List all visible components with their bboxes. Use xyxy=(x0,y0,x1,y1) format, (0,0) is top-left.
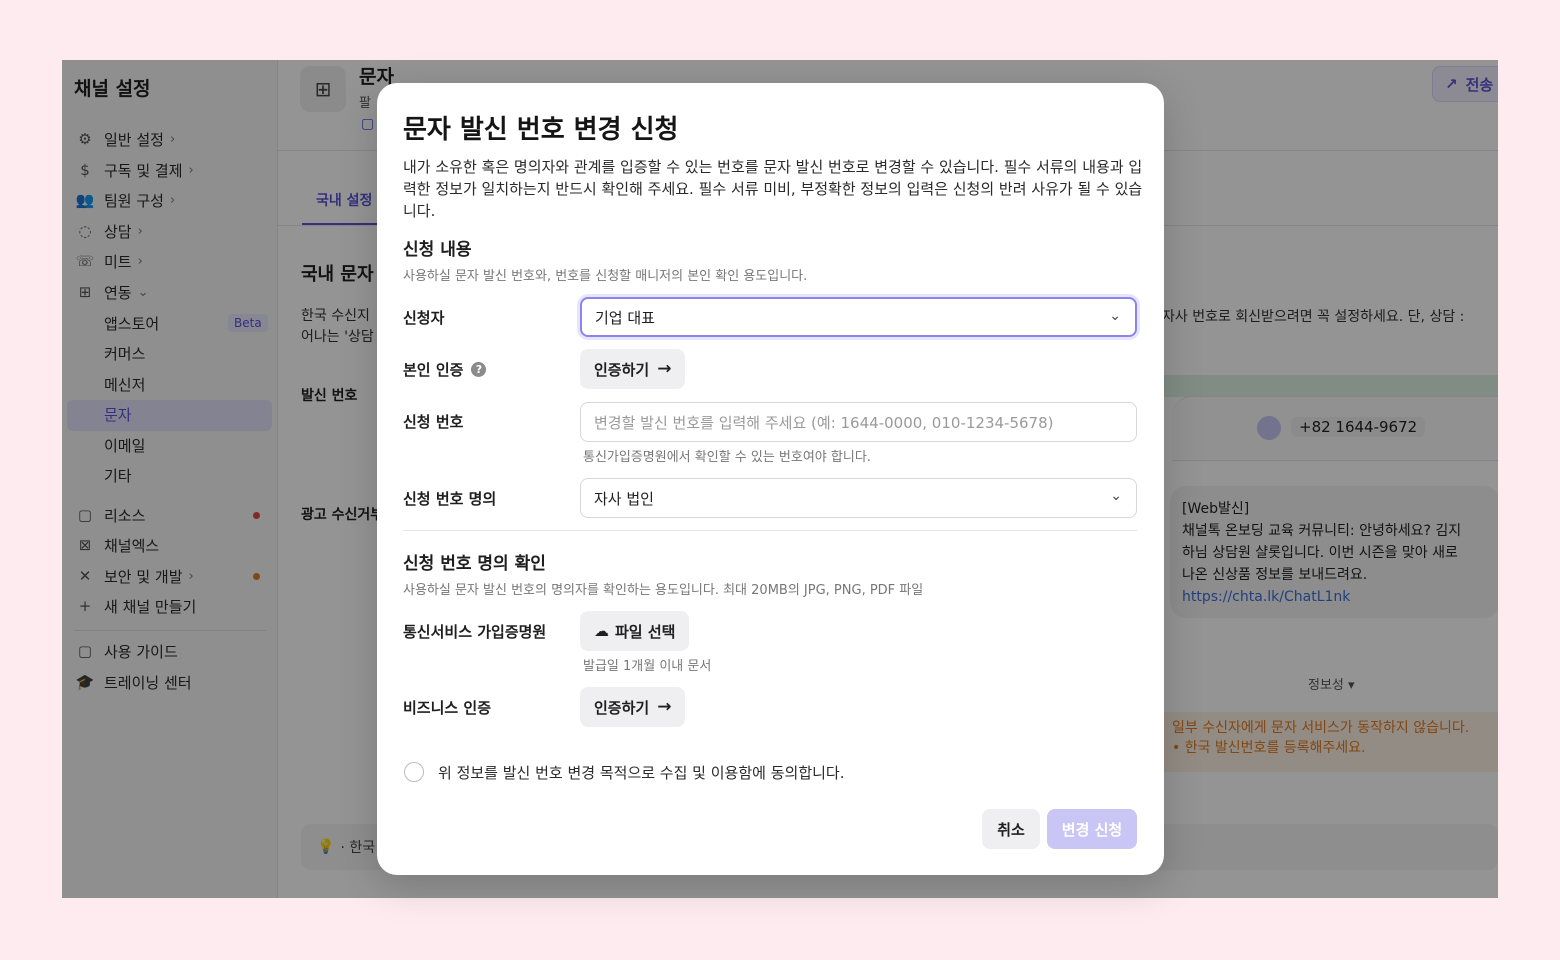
consent-checkbox[interactable] xyxy=(404,762,424,782)
cancel-button[interactable]: 취소 xyxy=(982,809,1040,849)
applicant-select-value: 기업 대표 xyxy=(595,308,655,327)
modal-divider xyxy=(403,530,1137,531)
cloud-upload-icon: ☁ xyxy=(594,622,609,640)
modal-title: 문자 발신 번호 변경 신청 xyxy=(403,115,679,145)
chevron-down-icon: ⌄ xyxy=(1110,488,1122,504)
file-select-button[interactable]: ☁ 파일 선택 xyxy=(580,611,690,651)
number-input[interactable]: 변경할 발신 번호를 입력해 주세요 (예: 1644-0000, 010-12… xyxy=(580,402,1137,442)
business-verify-label: 인증하기 xyxy=(594,698,650,717)
number-label: 신청 번호 xyxy=(403,413,464,431)
arrow-right-icon: → xyxy=(657,359,672,379)
number-hint: 통신가입증명원에서 확인할 수 있는 번호여야 합니다. xyxy=(583,450,871,465)
file-hint: 발급일 1개월 이내 문서 xyxy=(583,659,712,674)
owner-select-value: 자사 법인 xyxy=(594,489,654,508)
applicant-label: 신청자 xyxy=(403,309,445,327)
section-title-owner-check: 신청 번호 명의 확인 xyxy=(403,554,546,574)
file-select-label: 파일 선택 xyxy=(615,622,676,641)
change-number-modal: 문자 발신 번호 변경 신청 내가 소유한 혹은 명의자와 관계를 입증할 수 … xyxy=(377,83,1164,875)
identity-label-text: 본인 인증 xyxy=(403,361,464,379)
applicant-select[interactable]: 기업 대표 ⌄ xyxy=(580,297,1137,337)
section-title-application: 신청 내용 xyxy=(403,240,472,260)
identity-verify-label: 인증하기 xyxy=(594,360,650,379)
telecom-cert-label: 통신서비스 가입증명원 xyxy=(403,623,547,641)
consent-label[interactable]: 위 정보를 발신 번호 변경 목적으로 수집 및 이용함에 동의합니다. xyxy=(438,762,844,783)
owner-label: 신청 번호 명의 xyxy=(403,490,497,508)
business-verify-button[interactable]: 인증하기 → xyxy=(580,687,686,727)
submit-button[interactable]: 변경 신청 xyxy=(1047,809,1137,849)
section-description-owner-check: 사용하실 문자 발신 번호의 명의자를 확인하는 용도입니다. 최대 20MB의… xyxy=(403,583,924,598)
chevron-down-icon: ⌄ xyxy=(1109,308,1121,324)
modal-description: 내가 소유한 혹은 명의자와 관계를 입증할 수 있는 번호를 문자 발신 번호… xyxy=(403,158,1143,220)
help-icon[interactable]: ? xyxy=(471,362,487,377)
arrow-right-icon: → xyxy=(657,697,672,717)
section-description-application: 사용하실 문자 발신 번호와, 번호를 신청할 매니저의 본인 확인 용도입니다… xyxy=(403,269,808,284)
owner-select[interactable]: 자사 법인 ⌄ xyxy=(580,478,1137,518)
identity-label: 본인 인증 ? xyxy=(403,359,487,380)
identity-verify-button[interactable]: 인증하기 → xyxy=(580,349,686,389)
business-label: 비즈니스 인증 xyxy=(403,699,492,717)
